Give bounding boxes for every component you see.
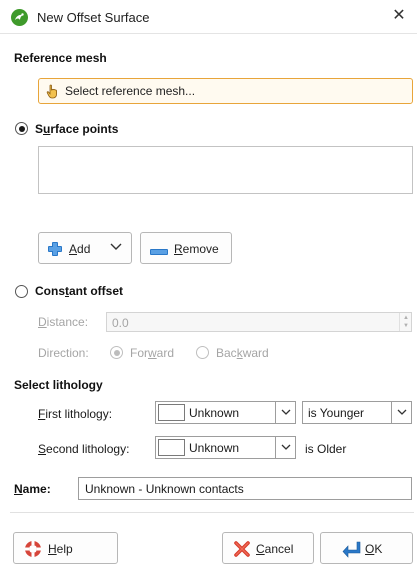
remove-button[interactable]: Remove (140, 232, 232, 264)
chevron-down-icon (275, 437, 295, 458)
lithology-color-swatch (158, 439, 185, 456)
footer-divider (10, 512, 414, 513)
cancel-icon (233, 540, 251, 561)
cancel-label: Cancel (256, 542, 294, 556)
chevron-down-icon (391, 402, 411, 423)
backward-label: Backward (216, 346, 269, 360)
chevron-down-icon (275, 402, 295, 423)
second-lithology-select[interactable]: Unknown (155, 436, 296, 459)
ok-button[interactable]: OK (320, 532, 413, 564)
remove-label: Remove (174, 242, 219, 256)
surface-points-list[interactable] (38, 146, 413, 194)
close-icon[interactable]: ✕ (387, 5, 411, 27)
help-label: Help (48, 542, 73, 556)
first-lithology-select[interactable]: Unknown (155, 401, 296, 424)
second-lithology-label: Second lithology: (38, 442, 130, 456)
name-label: Name: (14, 482, 51, 496)
direction-label: Direction: (38, 346, 89, 360)
help-icon (24, 540, 42, 561)
help-button[interactable]: Help (13, 532, 118, 564)
enter-arrow-icon (341, 540, 361, 561)
distance-input[interactable]: 0.0 ▲ ▼ (106, 312, 412, 332)
lithology-color-swatch (158, 404, 185, 421)
add-label: Add (69, 242, 91, 256)
constant-offset-label: Constant offset (35, 284, 123, 298)
remove-icon (149, 245, 169, 259)
second-relation-label: is Older (305, 442, 347, 456)
forward-label: Forward (130, 346, 175, 360)
cancel-button[interactable]: Cancel (222, 532, 314, 564)
distance-spinner[interactable]: ▲ ▼ (399, 313, 411, 331)
distance-label: Distance: (38, 315, 89, 329)
select-lithology-heading: Select lithology (14, 378, 103, 392)
ok-label: OK (365, 542, 383, 556)
backward-radio[interactable] (196, 346, 209, 359)
select-reference-mesh-button[interactable]: Select reference mesh... (38, 78, 413, 104)
add-button[interactable]: Add (38, 232, 132, 264)
pointing-hand-icon (46, 84, 60, 102)
title-bar: New Offset Surface ✕ (0, 0, 417, 34)
window-title: New Offset Surface (37, 10, 150, 25)
surface-points-label: Surface points (35, 122, 119, 136)
first-lithology-label: First lithology: (38, 407, 113, 421)
constant-offset-radio[interactable] (15, 285, 28, 298)
chevron-down-icon (109, 239, 123, 256)
select-reference-mesh-label: Select reference mesh... (65, 84, 196, 98)
relation-select[interactable]: is Younger (302, 401, 412, 424)
leapfrog-app-icon (11, 9, 28, 26)
add-icon (45, 240, 65, 261)
forward-radio[interactable] (110, 346, 123, 359)
name-input[interactable]: Unknown - Unknown contacts (78, 477, 412, 500)
surface-points-radio[interactable] (15, 122, 28, 135)
reference-mesh-heading: Reference mesh (14, 51, 107, 65)
